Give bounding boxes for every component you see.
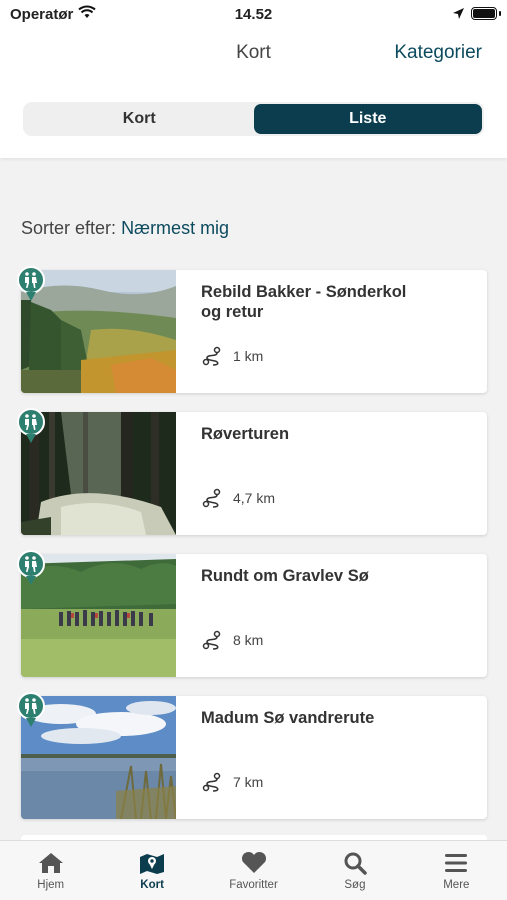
tab-map-label: Kort (140, 879, 164, 891)
view-mode-segmented-control: Kort Liste (23, 102, 484, 136)
route-distance-value: 8 km (233, 632, 264, 648)
hiker-icon (17, 266, 45, 301)
segment-list[interactable]: Liste (253, 104, 482, 134)
categories-button[interactable]: Kategorier (394, 42, 482, 64)
map-icon (140, 854, 165, 874)
route-distance: 8 km (201, 630, 263, 650)
route-distance: 7 km (201, 772, 263, 792)
segment-area: Kort Liste (0, 78, 507, 158)
tab-home[interactable]: Hjem (0, 841, 101, 900)
route-icon (202, 488, 221, 508)
clock: 14.52 (234, 6, 273, 23)
tab-map[interactable]: Kort (101, 841, 202, 900)
tab-favorites[interactable]: Favoritter (203, 841, 304, 900)
tab-home-label: Hjem (37, 879, 65, 891)
segment-map[interactable]: Kort (25, 104, 254, 134)
hiker-icon (17, 692, 45, 727)
hiker-icon (17, 550, 45, 585)
tab-bar: Hjem Kort Favoritter Søg Mere (0, 840, 507, 900)
menu-icon (445, 854, 468, 872)
route-distance-value: 1 km (233, 348, 264, 364)
tab-favorites-label: Favoritter (229, 879, 278, 891)
sort-row: Sorter efter: Nærmest mig (21, 218, 229, 239)
tab-more[interactable]: Mere (406, 841, 507, 900)
tab-search[interactable]: Søg (304, 841, 405, 900)
tab-more-label: Mere (443, 879, 470, 891)
location-arrow-icon (453, 8, 464, 19)
route-distance: 1 km (201, 346, 263, 366)
battery-icon (471, 7, 497, 20)
search-icon (344, 852, 367, 875)
route-distance-value: 4,7 km (233, 490, 276, 506)
route-icon (202, 772, 221, 792)
sort-label: Sorter efter: (21, 218, 117, 238)
route-icon (202, 346, 221, 366)
sort-option-button[interactable]: Nærmest mig (121, 218, 229, 238)
hiker-icon (17, 408, 45, 443)
route-card[interactable]: Rebild Bakker - Sønderkol og retur 1 km (17, 266, 487, 393)
route-title: Madum Sø vandrerute (201, 709, 375, 727)
route-distance-value: 7 km (233, 774, 264, 790)
route-icon (202, 630, 221, 650)
tab-search-label: Søg (344, 879, 366, 891)
route-distance: 4,7 km (201, 488, 275, 508)
status-bar: Operatør 14.52 (0, 0, 507, 30)
route-card[interactable]: Rundt om Gravlev Sø 8 km (17, 550, 487, 677)
heart-icon (241, 851, 266, 873)
route-card[interactable]: Madum Sø vandrerute 7 km (17, 692, 487, 819)
route-title: Røverturen (201, 425, 290, 443)
navigation-bar: Kort Kategorier (0, 30, 507, 78)
home-icon (38, 853, 63, 873)
route-title: Rebild Bakker - Sønderkol og retur (201, 283, 407, 321)
route-title: Rundt om Gravlev Sø (201, 567, 369, 585)
route-card[interactable]: Røverturen 4,7 km (17, 408, 487, 535)
